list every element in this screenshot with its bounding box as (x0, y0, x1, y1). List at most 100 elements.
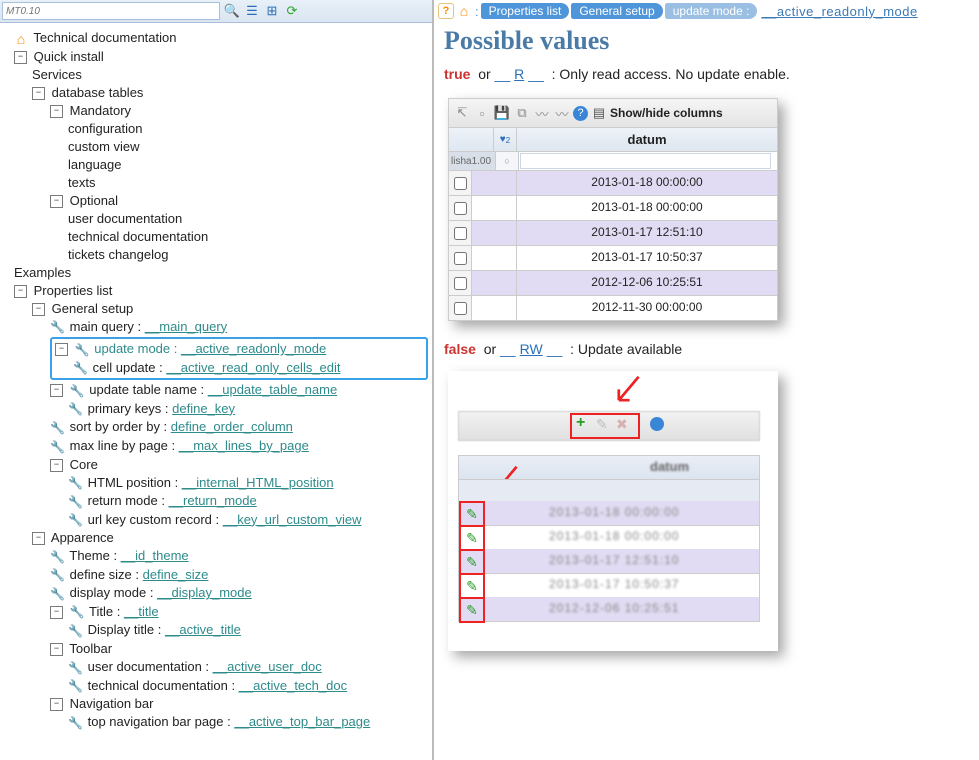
collapse-icon[interactable]: − (32, 532, 45, 545)
primary-keys-link[interactable]: define_key (172, 401, 235, 416)
tool-icon[interactable]: 〰 (533, 104, 551, 122)
collapse-icon[interactable]: − (55, 343, 68, 356)
collapse-icon[interactable]: − (50, 195, 63, 208)
services[interactable]: Services (32, 67, 82, 82)
help-icon[interactable] (650, 417, 664, 431)
cfg[interactable]: configuration (68, 121, 142, 136)
tool-icon[interactable]: 〰 (553, 104, 571, 122)
readonly-grid-figure: ↸ ▫ 💾 ⧉ 〰 〰 ? ▤ Show/hide columns ♥2 dat… (448, 98, 778, 321)
urlkey-l: url key custom record : (88, 512, 223, 527)
row-checkbox[interactable] (454, 177, 467, 190)
search-input[interactable] (2, 2, 220, 20)
main-query-link[interactable]: __main_query (145, 319, 227, 334)
collapse-icon[interactable]: − (50, 384, 63, 397)
expand-icon[interactable]: ⊞ (264, 3, 280, 19)
row-checkbox[interactable] (454, 202, 467, 215)
toolbar-node[interactable]: Toolbar (69, 641, 112, 656)
row-checkbox[interactable] (454, 252, 467, 265)
collapse-icon[interactable]: − (14, 51, 27, 64)
tool-icon[interactable]: ↸ (453, 104, 471, 122)
html-pos-link[interactable]: __internal_HTML_position (182, 475, 334, 490)
tool-icon[interactable]: ▫ (473, 104, 491, 122)
blurred-filter (458, 479, 760, 503)
db-tables[interactable]: database tables (52, 85, 144, 100)
search-icon[interactable]: 🔍 (224, 3, 240, 19)
wrench-icon: 🔧 (68, 493, 82, 511)
row-checkbox[interactable] (454, 227, 467, 240)
bc-tail[interactable]: __active_readonly_mode (761, 4, 917, 19)
collapse-icon[interactable]: − (14, 285, 27, 298)
mandatory[interactable]: Mandatory (70, 103, 131, 118)
cell: 2013-01-17 10:50:37 (517, 246, 777, 270)
examples[interactable]: Examples (14, 265, 71, 280)
pencil-icon: ✎ (466, 530, 478, 547)
display-mode-link[interactable]: __display_mode (157, 585, 252, 600)
collapse-icon[interactable]: − (50, 459, 63, 472)
help-icon[interactable]: ? (573, 106, 588, 121)
display-title-link[interactable]: __active_title (165, 622, 241, 637)
optional[interactable]: Optional (70, 193, 118, 208)
urlkey-link[interactable]: __key_url_custom_view (223, 512, 362, 527)
quick-install[interactable]: Quick install (34, 49, 104, 64)
update-table-link[interactable]: __update_table_name (208, 382, 337, 397)
col-datum[interactable]: datum (517, 128, 777, 151)
user-doc[interactable]: user documentation (68, 211, 182, 226)
display-title-l: Display title : (88, 622, 165, 637)
bc-general[interactable]: General setup (571, 3, 662, 19)
topnav-link[interactable]: __active_top_bar_page (234, 714, 370, 729)
return-link[interactable]: __return_mode (169, 493, 257, 508)
bc-update-mode[interactable]: update mode : (665, 3, 758, 19)
row-checkbox[interactable] (454, 277, 467, 290)
sort-l: sort by order by : (70, 419, 171, 434)
list-icon[interactable]: ☰ (244, 3, 260, 19)
bc-properties[interactable]: Properties list (481, 3, 570, 19)
title-link[interactable]: __title (124, 604, 159, 619)
tickets[interactable]: tickets changelog (68, 247, 168, 262)
save-icon[interactable]: 💾 (493, 104, 511, 122)
general-setup[interactable]: General setup (52, 301, 134, 316)
home-icon[interactable]: ⌂ (457, 3, 471, 19)
annotation-arrow (608, 373, 644, 413)
custom-view[interactable]: custom view (68, 139, 140, 154)
collapse-icon[interactable]: − (32, 87, 45, 100)
tree-root[interactable]: Technical documentation (33, 30, 176, 45)
table-row: 2013-01-17 10:50:37 (448, 246, 778, 271)
edit-cell[interactable]: ✎ (459, 525, 485, 551)
define-size-link[interactable]: define_size (143, 567, 209, 582)
edit-cell[interactable]: ✎ (459, 597, 485, 623)
tb-tech-doc-link[interactable]: __active_tech_doc (239, 678, 347, 693)
sort-icon[interactable]: ♥2 (494, 128, 517, 151)
sort-link[interactable]: define_order_column (171, 419, 293, 434)
language[interactable]: language (68, 157, 122, 172)
help-icon[interactable]: ? (438, 3, 454, 19)
edit-cell[interactable]: ✎ (459, 549, 485, 575)
columns-icon[interactable]: ▤ (590, 104, 608, 122)
cell-update-link[interactable]: __active_read_only_cells_edit (166, 360, 340, 375)
properties-list[interactable]: Properties list (34, 283, 113, 298)
collapse-icon[interactable]: − (50, 105, 63, 118)
edit-cell[interactable]: ✎ (459, 573, 485, 599)
table-row: ✎ 2012-12-06 10:25:51 (458, 597, 760, 622)
desc2: : Update available (570, 341, 682, 357)
edit-cell[interactable]: ✎ (459, 501, 485, 527)
filter-input[interactable] (520, 153, 771, 169)
maxline-link[interactable]: __max_lines_by_page (179, 438, 309, 453)
collapse-icon[interactable]: − (50, 606, 63, 619)
row-checkbox[interactable] (454, 302, 467, 315)
filter-icon[interactable]: ○ (495, 152, 519, 170)
theme-link[interactable]: __id_theme (121, 548, 189, 563)
refresh-icon[interactable]: ⟳ (284, 3, 300, 19)
toggle-columns[interactable]: Show/hide columns (610, 106, 723, 120)
texts[interactable]: texts (68, 175, 95, 190)
copy-icon[interactable]: ⧉ (513, 104, 531, 122)
navbar[interactable]: Navigation bar (70, 696, 154, 711)
apparence[interactable]: Apparence (51, 530, 114, 545)
tech-doc[interactable]: technical documentation (68, 229, 208, 244)
collapse-icon[interactable]: − (32, 303, 45, 316)
collapse-icon[interactable]: − (50, 698, 63, 711)
core[interactable]: Core (70, 457, 98, 472)
col-datum: datum (650, 459, 689, 474)
collapse-icon[interactable]: − (50, 643, 63, 656)
update-mode-link[interactable]: __active_readonly_mode (181, 341, 326, 356)
tb-user-doc-link[interactable]: __active_user_doc (213, 659, 322, 674)
